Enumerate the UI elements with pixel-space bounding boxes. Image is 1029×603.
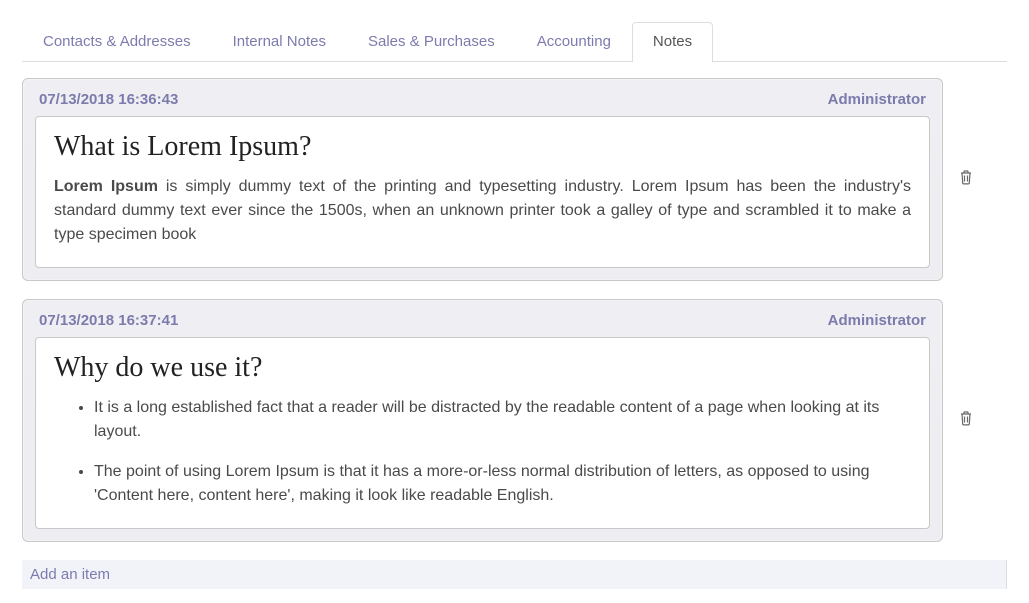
page: Contacts & Addresses Internal Notes Sale… (0, 0, 1029, 589)
note-paragraph: Lorem Ipsum is simply dummy text of the … (54, 175, 911, 247)
note-bullet: It is a long established fact that a rea… (94, 396, 911, 444)
notes-list: 07/13/2018 16:36:43 Administrator What i… (0, 78, 1029, 542)
note-bullet: The point of using Lorem Ipsum is that i… (94, 460, 911, 508)
note-timestamp: 07/13/2018 16:36:43 (39, 91, 178, 108)
note-body-text: is simply dummy text of the printing and… (54, 178, 911, 243)
note-body[interactable]: Why do we use it? It is a long establish… (35, 337, 930, 529)
note-bold-lead: Lorem Ipsum (54, 178, 158, 195)
note-card: 07/13/2018 16:36:43 Administrator What i… (22, 78, 943, 281)
tab-notes[interactable]: Notes (632, 22, 713, 62)
note-body[interactable]: What is Lorem Ipsum? Lorem Ipsum is simp… (35, 116, 930, 268)
note-bullet-list: It is a long established fact that a rea… (54, 396, 911, 508)
note-author: Administrator (828, 91, 926, 108)
add-item-button[interactable]: Add an item (22, 560, 1007, 589)
note-row: 07/13/2018 16:37:41 Administrator Why do… (22, 299, 1007, 542)
tab-internal-notes[interactable]: Internal Notes (212, 22, 347, 62)
delete-note-button[interactable] (955, 410, 977, 432)
note-row: 07/13/2018 16:36:43 Administrator What i… (22, 78, 1007, 281)
trash-icon (959, 169, 973, 190)
note-title: Why do we use it? (54, 352, 911, 384)
note-title: What is Lorem Ipsum? (54, 131, 911, 163)
trash-icon (959, 410, 973, 431)
tab-bar: Contacts & Addresses Internal Notes Sale… (22, 22, 1007, 62)
note-meta: 07/13/2018 16:37:41 Administrator (35, 310, 930, 337)
tab-sales[interactable]: Sales & Purchases (347, 22, 516, 62)
tab-contacts[interactable]: Contacts & Addresses (22, 22, 212, 62)
delete-note-button[interactable] (955, 169, 977, 191)
note-card: 07/13/2018 16:37:41 Administrator Why do… (22, 299, 943, 542)
tab-accounting[interactable]: Accounting (516, 22, 632, 62)
note-timestamp: 07/13/2018 16:37:41 (39, 312, 178, 329)
note-author: Administrator (828, 312, 926, 329)
note-meta: 07/13/2018 16:36:43 Administrator (35, 89, 930, 116)
